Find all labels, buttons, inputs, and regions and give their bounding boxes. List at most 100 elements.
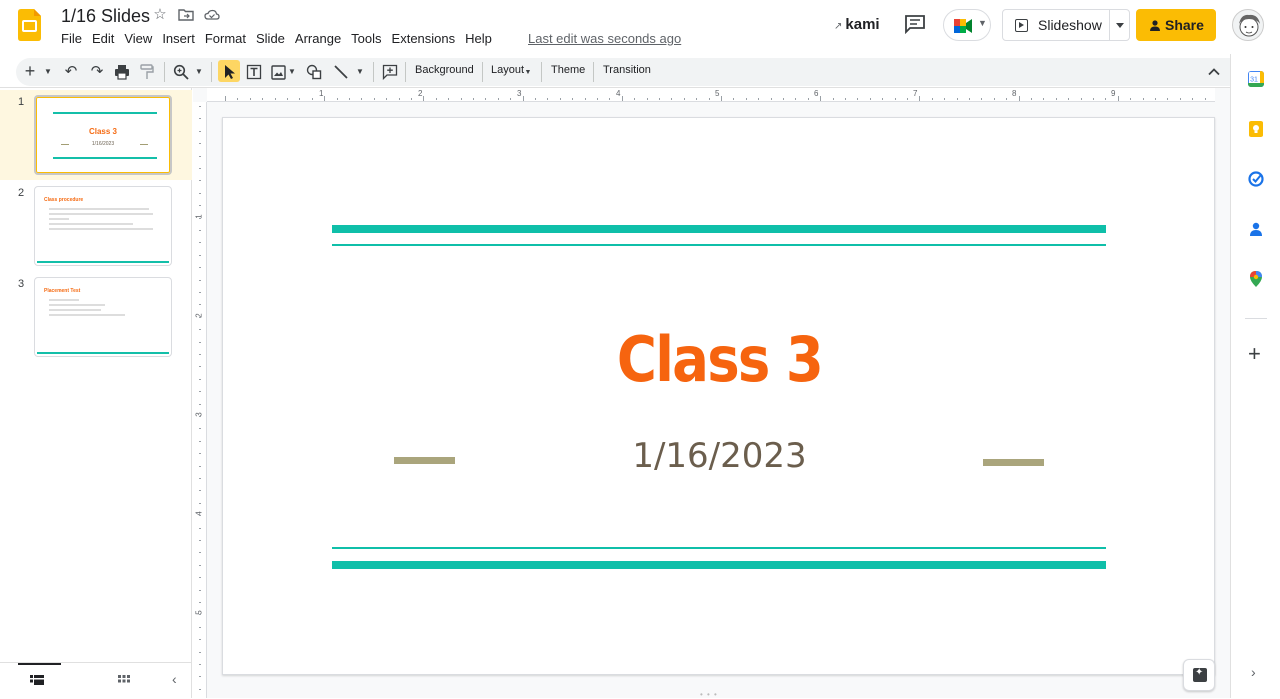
text-box-icon[interactable] (246, 64, 262, 80)
ruler-tick (249, 98, 251, 100)
print-icon[interactable] (114, 64, 130, 80)
ruler-tick (882, 98, 884, 100)
contacts-icon[interactable] (1248, 221, 1264, 237)
slide-date[interactable]: 1/16/2023 (223, 436, 1216, 476)
kami-button[interactable]: ↗ kami (834, 16, 880, 33)
ruler-corner (207, 88, 223, 102)
top-thin-bar[interactable] (332, 244, 1106, 246)
zoom-dropdown-icon[interactable]: ▼ (194, 62, 204, 82)
ruler-tick (931, 98, 933, 100)
bottom-thick-bar[interactable] (332, 561, 1106, 569)
collapse-menus-icon[interactable] (1207, 65, 1221, 79)
line-icon[interactable] (333, 64, 349, 80)
undo-icon[interactable]: ↶ (63, 62, 79, 82)
slide-canvas[interactable]: Class 3 1/16/2023 (222, 117, 1215, 675)
tasks-icon[interactable] (1248, 171, 1264, 187)
layout-button[interactable]: Layout (491, 64, 524, 76)
slides-logo-icon[interactable] (18, 9, 41, 41)
maps-icon[interactable] (1248, 271, 1264, 287)
share-button[interactable]: Share (1136, 9, 1216, 41)
thumb-title: Placement Test (44, 288, 81, 294)
new-slide-icon[interactable]: + (23, 61, 37, 81)
menu-insert[interactable]: Insert (162, 31, 195, 46)
ruler-tick (199, 242, 201, 244)
slideshow-dropdown[interactable] (1109, 9, 1130, 41)
slide-thumbnail-1[interactable]: Class 3 1/16/2023 (34, 95, 172, 175)
menu-format[interactable]: Format (205, 31, 246, 46)
explore-button[interactable] (1183, 659, 1215, 691)
menu-view[interactable]: View (124, 31, 152, 46)
paint-format-icon[interactable] (140, 64, 154, 80)
thumb-text-line (49, 213, 153, 215)
comment-icon[interactable] (904, 14, 926, 34)
ruler-number: 3 (517, 89, 522, 98)
bottom-thin-bar[interactable] (332, 547, 1106, 549)
ruler-tick (199, 465, 201, 467)
explore-icon (1193, 667, 1207, 682)
menu-edit[interactable]: Edit (92, 31, 114, 46)
line-dropdown-icon[interactable]: ▼ (355, 62, 365, 82)
ruler-tick (199, 130, 201, 132)
image-dropdown-icon[interactable]: ▼ (287, 62, 297, 82)
thumb-dash (140, 144, 148, 145)
slideshow-button[interactable]: Slideshow (1002, 9, 1110, 41)
slide-thumbnail-2[interactable]: Class procedure (34, 186, 172, 266)
move-folder-icon[interactable] (178, 7, 194, 23)
menu-arrange[interactable]: Arrange (295, 31, 341, 46)
slide-number: 1 (18, 96, 25, 108)
chevron-right-icon[interactable]: › (1251, 664, 1256, 680)
last-edit-link[interactable]: Last edit was seconds ago (528, 31, 681, 46)
ruler-tick (199, 304, 201, 306)
ruler-tick (199, 341, 201, 343)
toolbar: + ▼ ↶ ↷ ▼ ▼ ▼ Background Layout ▼ Theme … (0, 54, 1230, 88)
add-comment-icon[interactable] (382, 64, 398, 80)
meet-button[interactable]: ▼ (943, 9, 991, 41)
thumb-text-line (49, 218, 69, 220)
background-button[interactable]: Background (415, 64, 474, 76)
transition-button[interactable]: Transition (603, 64, 651, 76)
horizontal-ruler: 1 2 3 4 5 6 7 8 9 (223, 88, 1215, 102)
right-dash[interactable] (983, 459, 1044, 466)
cloud-status-icon[interactable] (204, 7, 220, 23)
menu-tools[interactable]: Tools (351, 31, 381, 46)
collapse-filmstrip-icon[interactable]: ‹ (172, 671, 177, 687)
menu-help[interactable]: Help (465, 31, 492, 46)
filmstrip-footer: ‹ (0, 662, 192, 698)
ruler-tick (473, 98, 474, 100)
calendar-icon[interactable]: 31 (1248, 71, 1264, 87)
ruler-number: 6 (814, 89, 819, 98)
slide-title[interactable]: Class 3 (283, 323, 1157, 396)
avatar[interactable] (1232, 9, 1264, 41)
thumb-bar (37, 352, 169, 354)
ruler-tick (199, 428, 201, 430)
menu-slide[interactable]: Slide (256, 31, 285, 46)
top-thick-bar[interactable] (332, 225, 1106, 233)
image-icon[interactable] (271, 65, 286, 80)
slide-thumbnail-3[interactable]: Placement Test (34, 277, 172, 357)
add-icon[interactable]: + (1248, 343, 1261, 365)
vertical-ruler: 1 2 3 4 5 (193, 102, 207, 698)
ruler-tick (745, 98, 747, 100)
zoom-icon[interactable] (173, 64, 189, 80)
new-slide-dropdown-icon[interactable]: ▼ (43, 62, 53, 82)
ruler-tick (199, 577, 201, 579)
ruler-number: 2 (418, 89, 423, 98)
ruler-tick (1006, 98, 1008, 100)
document-title[interactable]: 1/16 Slides (61, 6, 150, 27)
star-icon[interactable]: ☆ (152, 7, 168, 23)
ruler-tick (199, 267, 201, 269)
ruler-tick (696, 98, 698, 100)
theme-button[interactable]: Theme (551, 64, 585, 76)
ruler-tick (1155, 98, 1156, 100)
keep-icon[interactable] (1248, 121, 1264, 137)
ruler-tick (199, 354, 201, 355)
select-cursor-icon[interactable] (222, 64, 236, 80)
menu-file[interactable]: File (61, 31, 82, 46)
ruler-tick (398, 98, 400, 100)
grid-view-icon[interactable] (118, 675, 130, 685)
shape-icon[interactable] (306, 64, 322, 80)
filmstrip-view-icon[interactable] (30, 675, 44, 685)
redo-icon[interactable]: ↷ (89, 62, 105, 82)
menu-extensions[interactable]: Extensions (392, 31, 456, 46)
layout-dropdown-icon[interactable]: ▼ (524, 63, 532, 83)
